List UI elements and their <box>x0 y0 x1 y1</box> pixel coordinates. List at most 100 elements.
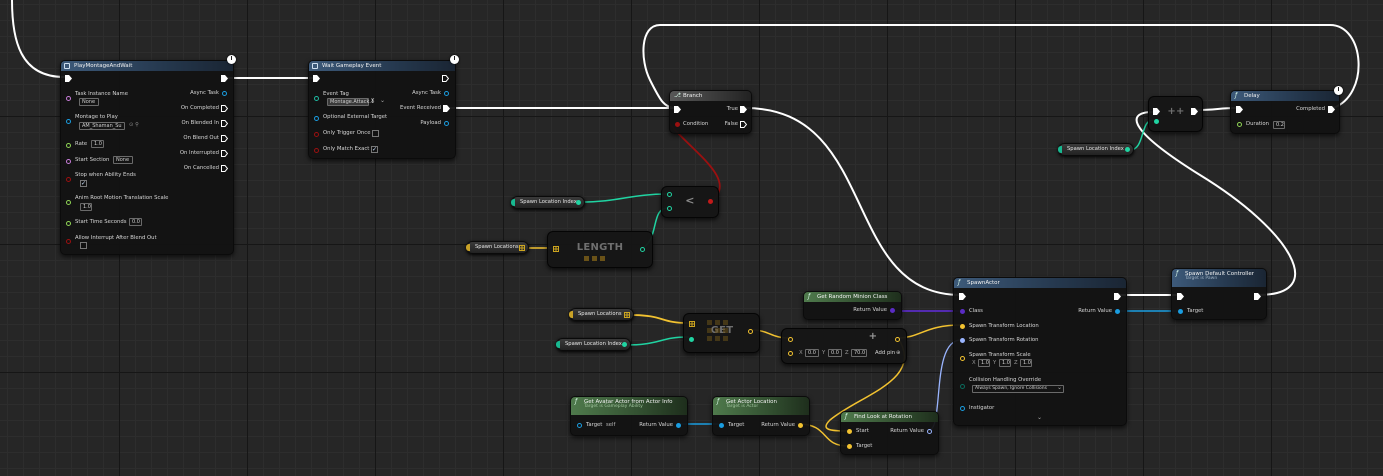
vector-b-pin[interactable] <box>788 351 793 356</box>
enum-pin[interactable] <box>960 384 965 389</box>
collision-override-select[interactable]: Always Spawn, Ignore Collisions <box>972 385 1064 393</box>
spawn-actor-node[interactable]: ƒ SpawnActor Class Spawn Transform Locati… <box>953 277 1127 426</box>
montage-select[interactable]: AM_Shaman_Su <box>79 122 125 130</box>
async-task-pin[interactable] <box>222 91 227 96</box>
stop-when-ability-ends-checkbox[interactable]: ✓ <box>80 180 87 187</box>
class-out-pin[interactable] <box>890 308 895 313</box>
exec-in-pin[interactable] <box>313 75 320 82</box>
int-out-pin[interactable] <box>640 247 645 252</box>
float-pin-root[interactable] <box>66 200 71 205</box>
payload-pin[interactable] <box>444 121 449 126</box>
wait-gameplay-event-node[interactable]: Wait Gameplay Event Event Tag Montage.At… <box>308 55 459 159</box>
only-match-exact-checkbox[interactable]: ✓ <box>371 146 378 153</box>
scale-pin[interactable] <box>960 356 965 361</box>
return-value-pin[interactable] <box>927 429 932 434</box>
chevron-down-icon[interactable]: ⌄ <box>1057 384 1062 391</box>
exec-out-pin[interactable] <box>1114 293 1121 300</box>
exec-in-pin[interactable] <box>65 75 72 82</box>
add-vector-node[interactable]: X 0.0 Y 0.0 Z 70.0 + Add pin ⊕ <box>781 328 907 364</box>
random-minion-node[interactable]: ƒ Get Random Minion Class Return Value <box>803 291 902 320</box>
compare-node[interactable]: < <box>661 186 719 218</box>
clear-tag-icon[interactable]: X <box>371 98 374 105</box>
start-pin[interactable] <box>847 429 852 434</box>
exec-out-pin[interactable] <box>221 75 228 82</box>
anim-root-motion-input[interactable]: 1.0 <box>80 203 92 211</box>
actor-location-node[interactable]: ƒ Get Actor Location Target is Actor Targe… <box>712 396 810 436</box>
allow-interrupt-checkbox[interactable] <box>80 242 87 249</box>
rate-input[interactable]: 1.0 <box>91 140 104 148</box>
b-pin[interactable] <box>667 206 672 211</box>
bool-pin-interrupt[interactable] <box>66 239 71 244</box>
exec-in-pin[interactable] <box>1236 106 1243 113</box>
exec-in-pin[interactable] <box>959 293 966 300</box>
spawn-location-index-var-2[interactable]: Spawn Location Index <box>556 338 631 351</box>
add-pin-icon[interactable]: ⊕ <box>896 350 900 357</box>
array-in-pin[interactable] <box>553 246 559 252</box>
delay-node[interactable]: ƒ Delay Completed Duration 0.2 <box>1230 86 1343 134</box>
array-out-pin[interactable] <box>624 312 630 318</box>
spawn-location-index-var-3[interactable]: Spawn Location Index <box>1058 143 1134 156</box>
vector-a-pin[interactable] <box>788 337 793 342</box>
increment-node[interactable]: ++ <box>1148 96 1203 132</box>
on-interrupted-pin[interactable] <box>221 150 228 157</box>
avatar-actor-node[interactable]: ƒ Get Avatar Actor from Actor Info Target … <box>570 396 688 436</box>
float-pin-start[interactable] <box>66 221 71 226</box>
scale-y-input[interactable]: 1.0 <box>999 359 1011 367</box>
add-pin-label[interactable]: Add pin <box>875 350 895 357</box>
expand-chevron-icon[interactable]: ⌄ <box>1037 414 1042 421</box>
target-pin[interactable] <box>577 423 582 428</box>
spawn-controller-node[interactable]: ƒ Spawn Default Controller Target is Pawn … <box>1171 268 1267 320</box>
z-input[interactable]: 70.0 <box>851 349 867 357</box>
length-node[interactable]: LENGTH <box>547 231 653 268</box>
async-task-pin[interactable] <box>444 91 449 96</box>
return-value-pin[interactable] <box>1115 309 1120 314</box>
start-time-input[interactable]: 0.0 <box>129 218 142 226</box>
condition-pin[interactable] <box>675 122 680 127</box>
start-section-input[interactable]: None <box>113 156 133 164</box>
y-input[interactable]: 0.0 <box>828 349 842 357</box>
bool-pin[interactable] <box>66 177 71 182</box>
event-tag-value[interactable]: Montage.Attack.1 <box>327 98 374 106</box>
get-node[interactable]: GET <box>683 313 760 353</box>
object-pin[interactable] <box>66 119 71 124</box>
look-at-rotation-node[interactable]: ƒ Find Look at Rotation Start Target Retu… <box>840 411 939 455</box>
index-in-pin[interactable] <box>689 337 694 342</box>
instigator-pin[interactable] <box>960 406 965 411</box>
spawn-locations-var-1[interactable]: Spawn Locations <box>466 241 529 254</box>
duration-input[interactable]: 0.2 <box>1273 121 1285 129</box>
vector-out-pin[interactable] <box>748 329 753 334</box>
exec-out-pin[interactable] <box>442 75 449 82</box>
struct-pin[interactable] <box>314 96 319 101</box>
task-instance-name-input[interactable]: None <box>79 98 99 106</box>
target-pin[interactable] <box>719 423 724 428</box>
int-out-pin[interactable] <box>576 200 581 205</box>
on-blend-out-pin[interactable] <box>221 135 228 142</box>
int-in-pin[interactable] <box>1154 119 1159 124</box>
class-pin[interactable] <box>960 309 965 314</box>
target-pin[interactable] <box>1178 309 1183 314</box>
x-input[interactable]: 0.0 <box>805 349 819 357</box>
chevron-down-icon[interactable]: ⌄ <box>380 97 385 104</box>
true-exec-pin[interactable] <box>740 106 747 113</box>
only-trigger-once-checkbox[interactable] <box>372 130 379 137</box>
on-completed-pin[interactable] <box>221 105 228 112</box>
spawn-locations-var-2[interactable]: Spawn Locations <box>569 308 634 321</box>
bool-pin-once[interactable] <box>314 132 319 137</box>
array-in-pin[interactable] <box>689 321 695 327</box>
float-pin[interactable] <box>66 143 71 148</box>
bool-out-pin[interactable] <box>708 199 713 204</box>
exec-in-pin[interactable] <box>674 106 681 113</box>
int-out-pin[interactable] <box>622 342 627 347</box>
false-exec-pin[interactable] <box>740 121 747 128</box>
name-pin[interactable] <box>66 96 71 101</box>
location-pin[interactable] <box>960 324 965 329</box>
scale-x-input[interactable]: 1.0 <box>978 359 990 367</box>
spawn-location-index-var-1[interactable]: Spawn Location Index <box>511 196 585 209</box>
a-pin[interactable] <box>667 192 672 197</box>
completed-exec-pin[interactable] <box>1328 106 1335 113</box>
vector-out-pin[interactable] <box>895 337 900 342</box>
return-value-pin[interactable] <box>676 423 681 428</box>
browse-icon[interactable]: ⊙ ⚲ <box>129 122 139 129</box>
duration-pin[interactable] <box>1237 122 1242 127</box>
return-value-pin[interactable] <box>798 423 803 428</box>
